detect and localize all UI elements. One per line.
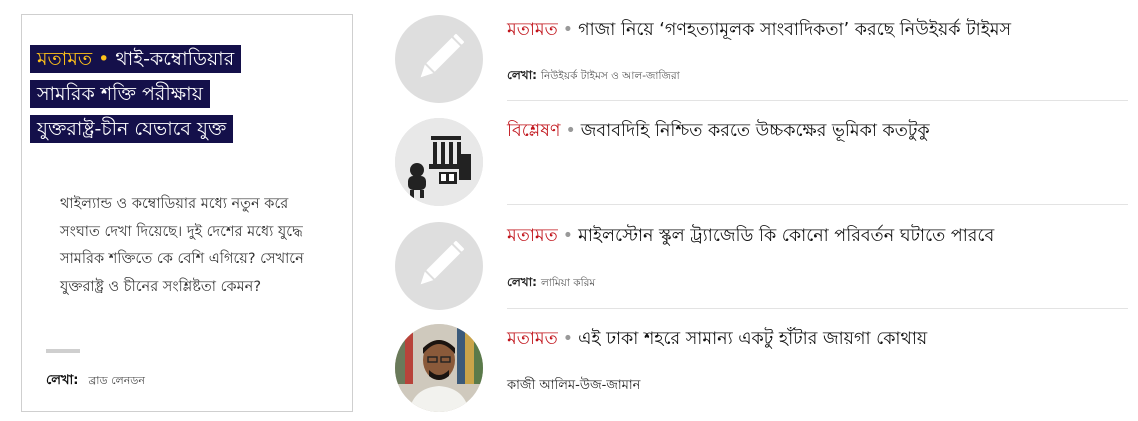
author-name[interactable]: কাজী আলিম-উজ-জামান — [507, 378, 640, 393]
featured-headline-text-3: যুক্তরাষ্ট্র-চীন যেভাবে যুক্ত — [37, 118, 227, 140]
article-byline: কাজী আলিম-উজ-জামান — [507, 376, 640, 397]
article-title[interactable]: মতামত • মাইলস্টোন স্কুল ট্র্যাজেডি কি কোনো… — [507, 224, 994, 248]
section-kicker[interactable]: মতামত — [507, 329, 558, 349]
featured-kicker-dot: • — [98, 48, 110, 70]
author-name[interactable]: ব্রাড লেনডন — [88, 374, 145, 387]
featured-headline-text-1: থাই-কম্বোডিয়ার — [115, 48, 235, 70]
kicker-dot: • — [562, 20, 574, 40]
article-title[interactable]: মতামত • গাজা নিয়ে ‘গণহত্যামূলক সাংবাদিকতা… — [507, 18, 1011, 42]
section-kicker[interactable]: মতামত — [507, 20, 558, 40]
item-divider — [507, 308, 1128, 309]
list-item[interactable]: বিশ্লেষণ • জবাবদিহি নিশ্চিত করতে উচ্চকক্ষে… — [393, 104, 1128, 208]
section-kicker[interactable]: মতামত — [507, 226, 558, 246]
byline-label: লেখা: — [507, 68, 537, 82]
featured-headline-text-2: সামরিক শক্তি পরীক্ষায় — [37, 83, 203, 105]
article-byline: লেখা: নিউইয়র্ক টাইমস ও আল-জাজিরা — [507, 67, 680, 87]
author-name[interactable]: নিউইয়র্ক টাইমস ও আল-জাজিরা — [541, 70, 680, 82]
featured-divider — [46, 349, 80, 353]
article-byline: লেখা: লামিয়া করিম — [507, 274, 595, 294]
article-title-text: গাজা নিয়ে ‘গণহত্যামূলক সাংবাদিকতা’ করছে… — [578, 20, 1012, 40]
list-item[interactable]: মতামত • মাইলস্টোন স্কুল ট্র্যাজেডি কি কোনো… — [393, 208, 1128, 312]
kicker-dot: • — [562, 226, 574, 246]
article-title-text: এই ঢাকা শহরে সামান্য একটু হাঁটার জায়গা … — [578, 329, 928, 349]
featured-story-card[interactable]: মতামত • থাই-কম্বোডিয়ার সামরিক শক্তি পরীক… — [21, 14, 353, 412]
byline-label: লেখা: — [46, 373, 79, 388]
author-photo[interactable] — [395, 324, 483, 412]
featured-headline-line-1: মতামত • থাই-কম্বোডিয়ার — [30, 45, 242, 73]
article-title-text: মাইলস্টোন স্কুল ট্র্যাজেডি কি কোনো পরিবর… — [578, 226, 995, 246]
featured-byline: লেখা: ব্রাড লেনডন — [46, 371, 145, 392]
courthouse-illustration[interactable] — [395, 118, 483, 206]
author-name[interactable]: লামিয়া করিম — [541, 277, 595, 289]
item-divider — [507, 204, 1128, 205]
featured-summary: থাইল্যান্ড ও কম্বোডিয়ার মধ্যে নতুন করে … — [60, 196, 304, 295]
article-title[interactable]: বিশ্লেষণ • জবাবদিহি নিশ্চিত করতে উচ্চকক্ষে… — [507, 119, 930, 143]
article-title-text: জবাবদিহি নিশ্চিত করতে উচ্চকক্ষের ভূমিকা … — [580, 121, 930, 141]
featured-headline-line-3: যুক্তরাষ্ট্র-চীন যেভাবে যুক্ত — [30, 115, 234, 143]
list-item[interactable]: মতামত • গাজা নিয়ে ‘গণহত্যামূলক সাংবাদিকতা… — [393, 0, 1128, 104]
section-kicker[interactable]: বিশ্লেষণ — [507, 121, 560, 141]
featured-headline-line-2: সামরিক শক্তি পরীক্ষায় — [30, 80, 210, 108]
byline-label: লেখা: — [507, 275, 537, 289]
item-divider — [507, 100, 1128, 101]
list-item[interactable]: মতামত • এই ঢাকা শহরে সামান্য একটু হাঁটার জ… — [393, 312, 1128, 416]
featured-headline[interactable]: মতামত • থাই-কম্বোডিয়ার সামরিক শক্তি পরীক… — [30, 45, 350, 150]
featured-kicker[interactable]: মতামত — [37, 48, 92, 70]
pencil-icon[interactable] — [395, 222, 483, 310]
kicker-dot: • — [562, 329, 574, 349]
kicker-dot: • — [565, 121, 576, 141]
pencil-icon[interactable] — [395, 15, 483, 103]
article-title[interactable]: মতামত • এই ঢাকা শহরে সামান্য একটু হাঁটার জ… — [507, 327, 927, 351]
